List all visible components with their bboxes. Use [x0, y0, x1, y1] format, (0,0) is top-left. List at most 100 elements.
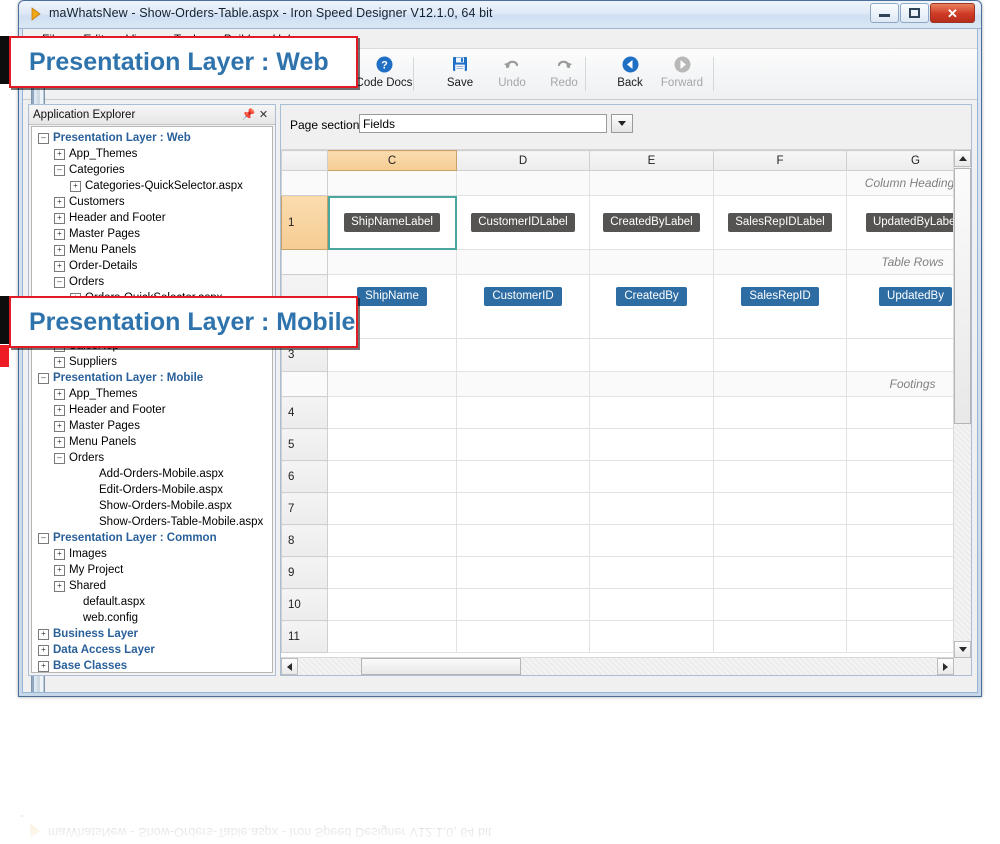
grid-cell-label-control[interactable]: CreatedByLabel [590, 196, 714, 250]
grid-cell[interactable] [714, 557, 847, 589]
grid-cell[interactable] [714, 372, 847, 397]
grid-cell[interactable] [714, 525, 847, 557]
grid-cell[interactable] [590, 557, 714, 589]
collapse-icon[interactable]: – [38, 533, 49, 544]
label-control[interactable]: UpdatedByLabel [866, 213, 965, 232]
toolbar-button-back[interactable]: Back [601, 53, 659, 89]
grid-row-header[interactable]: 7 [282, 493, 328, 525]
grid-cell[interactable] [714, 461, 847, 493]
tree-item[interactable]: +Header and Footer [32, 210, 272, 226]
close-icon[interactable]: ✕ [256, 108, 271, 121]
expand-icon[interactable]: + [54, 213, 65, 224]
grid-cell[interactable] [457, 461, 590, 493]
maximize-button[interactable] [900, 3, 929, 23]
grid-cell[interactable] [714, 397, 847, 429]
grid-cell[interactable] [328, 429, 457, 461]
tree-item[interactable]: +Suppliers [32, 354, 272, 370]
close-button[interactable]: ✕ [930, 3, 975, 23]
tree-item[interactable]: +Categories-QuickSelector.aspx [32, 178, 272, 194]
design-grid[interactable]: CDEFGColumn Headings1ShipNameLabelCustom… [281, 150, 971, 675]
grid-cell[interactable] [457, 171, 590, 196]
scroll-right-button[interactable] [937, 658, 954, 675]
expand-icon[interactable]: + [70, 181, 81, 192]
grid-cell[interactable] [328, 525, 457, 557]
tree-item[interactable]: +App_Themes [32, 386, 272, 402]
grid-cell[interactable] [457, 589, 590, 621]
expand-icon[interactable]: + [38, 645, 49, 656]
grid-row-header[interactable]: 5 [282, 429, 328, 461]
grid-cell-field-control[interactable]: CustomerID [457, 275, 590, 339]
page-section-input[interactable]: Fields [359, 114, 607, 133]
label-control[interactable]: CreatedByLabel [603, 213, 699, 232]
grid-cell-label-control[interactable]: ShipNameLabel [328, 196, 457, 250]
grid-column-header[interactable]: E [590, 151, 714, 171]
field-control[interactable]: ShipName [357, 287, 427, 306]
grid-cell[interactable] [590, 250, 714, 275]
grid-cell-field-control[interactable]: CreatedBy [590, 275, 714, 339]
grid-horizontal-scrollbar[interactable] [281, 657, 954, 675]
expand-icon[interactable]: + [54, 581, 65, 592]
grid-cell-label-control[interactable]: SalesRepIDLabel [714, 196, 847, 250]
explorer-tree[interactable]: –Presentation Layer : Web+App_Themes–Cat… [31, 126, 273, 673]
grid-cell[interactable] [328, 493, 457, 525]
label-control[interactable]: SalesRepIDLabel [728, 213, 832, 232]
expand-icon[interactable]: + [38, 629, 49, 640]
grid-cell-label-control[interactable]: CustomerIDLabel [457, 196, 590, 250]
expand-icon[interactable]: + [38, 661, 49, 672]
grid-cell[interactable] [590, 525, 714, 557]
grid-column-header[interactable]: F [714, 151, 847, 171]
tree-item[interactable]: web.config [32, 610, 272, 626]
expand-icon[interactable]: + [54, 549, 65, 560]
grid-row-header-blank[interactable] [282, 250, 328, 275]
expand-icon[interactable]: + [54, 261, 65, 272]
grid-cell[interactable] [590, 372, 714, 397]
toolbar-button-undo[interactable]: Undo [483, 53, 541, 89]
expand-icon[interactable]: + [54, 229, 65, 240]
page-section-dropdown-button[interactable] [611, 114, 633, 133]
grid-cell[interactable] [590, 621, 714, 653]
grid-cell[interactable] [590, 589, 714, 621]
grid-cell[interactable] [457, 429, 590, 461]
tree-item[interactable]: default.aspx [32, 594, 272, 610]
expand-icon[interactable]: + [54, 389, 65, 400]
tree-item[interactable]: Show-Orders-Mobile.aspx [32, 498, 272, 514]
tree-item[interactable]: +Menu Panels [32, 434, 272, 450]
tree-item[interactable]: +My Project [32, 562, 272, 578]
grid-cell[interactable] [328, 621, 457, 653]
grid-cell[interactable] [590, 171, 714, 196]
grid-row-header[interactable]: 6 [282, 461, 328, 493]
grid-row-header[interactable]: 1 [282, 196, 328, 250]
expand-icon[interactable]: + [54, 357, 65, 368]
toolbar-button-forward[interactable]: Forward [653, 53, 711, 89]
grid-cell[interactable] [714, 429, 847, 461]
horizontal-scroll-thumb[interactable] [361, 658, 521, 675]
tree-item[interactable]: +Business Layer [32, 626, 272, 642]
grid-cell[interactable] [457, 397, 590, 429]
tree-item[interactable]: +Data Access Layer [32, 642, 272, 658]
tree-item[interactable]: +Order-Details [32, 258, 272, 274]
grid-row-header[interactable]: 11 [282, 621, 328, 653]
tree-item[interactable]: +Images [32, 546, 272, 562]
scroll-down-button[interactable] [954, 641, 971, 658]
grid-cell[interactable] [714, 589, 847, 621]
grid-column-header[interactable]: C [328, 151, 457, 171]
collapse-icon[interactable]: – [54, 453, 65, 464]
tree-item[interactable]: –Presentation Layer : Mobile [32, 370, 272, 386]
grid-cell[interactable] [457, 525, 590, 557]
label-control[interactable]: ShipNameLabel [344, 213, 440, 232]
grid-cell[interactable] [590, 429, 714, 461]
expand-icon[interactable]: + [54, 149, 65, 160]
collapse-icon[interactable]: – [38, 133, 49, 144]
field-control[interactable]: SalesRepID [741, 287, 818, 306]
grid-cell[interactable] [328, 250, 457, 275]
grid-cell[interactable] [590, 461, 714, 493]
expand-icon[interactable]: + [54, 405, 65, 416]
grid-cell[interactable] [457, 493, 590, 525]
label-control[interactable]: CustomerIDLabel [471, 213, 574, 232]
grid-column-header[interactable]: D [457, 151, 590, 171]
tree-item[interactable]: +Customers [32, 194, 272, 210]
tree-item[interactable]: +Header and Footer [32, 402, 272, 418]
grid-cell[interactable] [457, 372, 590, 397]
grid-cell[interactable] [328, 589, 457, 621]
grid-cell[interactable] [328, 557, 457, 589]
